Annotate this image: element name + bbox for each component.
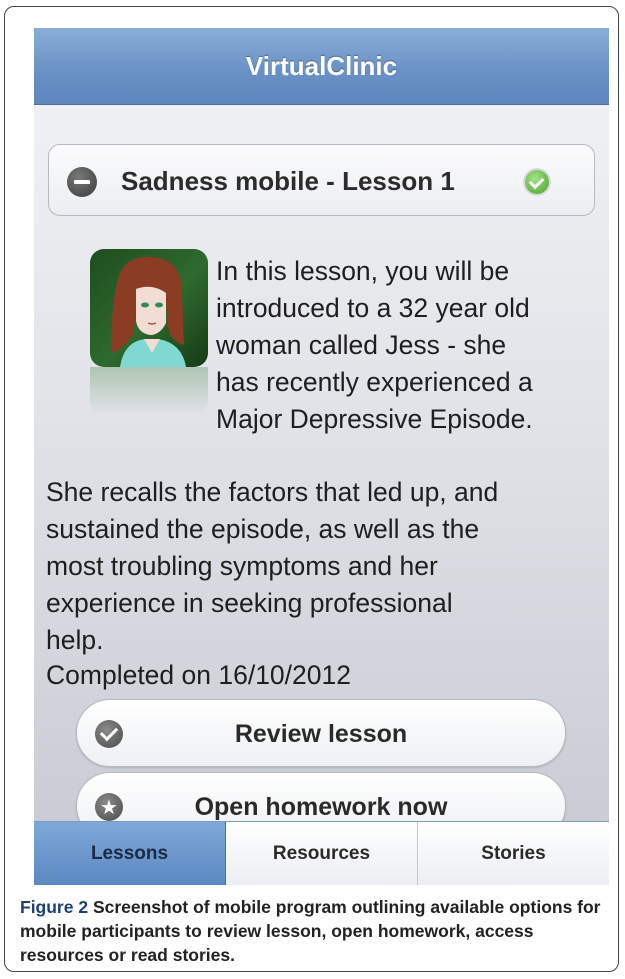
tab-resources[interactable]: Resources — [226, 822, 418, 885]
minus-icon[interactable] — [67, 167, 97, 197]
tab-lessons[interactable]: Lessons — [34, 822, 226, 885]
completed-date: Completed on 16/10/2012 — [46, 660, 351, 690]
figure-caption: Figure 2 Screenshot of mobile program ou… — [20, 895, 610, 967]
description-line: experience in seeking professional — [46, 588, 453, 618]
description-line: woman called Jess - she — [216, 330, 507, 360]
description-line: help. — [46, 625, 104, 655]
description-line: has recently experienced a — [216, 367, 533, 397]
lesson-collapsible-header[interactable]: Sadness mobile - Lesson 1 — [48, 144, 595, 216]
check-icon — [525, 170, 549, 194]
description-line: introduced to a 32 year old — [216, 293, 530, 323]
avatar-reflection — [90, 367, 208, 415]
description-line: sustained the episode, as well as the — [46, 514, 480, 544]
caption-text: Screenshot of mobile program outlining a… — [20, 897, 601, 965]
lesson-description-intro: In this lesson, you will be introduced t… — [216, 253, 596, 438]
review-lesson-button[interactable]: Review lesson — [76, 699, 566, 767]
lesson-description-continued: She recalls the factors that led up, and… — [46, 474, 601, 659]
app-title: VirtualClinic — [245, 50, 398, 81]
description-line: Major Depressive Episode. — [216, 404, 533, 434]
description-line: In this lesson, you will be — [216, 256, 510, 286]
bottom-tab-bar: Lessons Resources Stories — [34, 821, 609, 885]
description-line: most troubling symptoms and her — [46, 551, 438, 581]
jess-avatar — [90, 249, 208, 367]
review-lesson-label: Review lesson — [234, 720, 408, 748]
tab-stories[interactable]: Stories — [418, 822, 609, 885]
open-homework-label: Open homework now — [194, 793, 448, 821]
phone-screen: VirtualClinic Sadness mobile - Lesson 1 … — [34, 28, 609, 885]
caption-label: Figure 2 — [20, 897, 89, 917]
description-line: She recalls the factors that led up, and — [46, 477, 499, 507]
app-header: VirtualClinic — [34, 28, 609, 105]
lesson-title: Sadness mobile - Lesson 1 — [121, 166, 455, 196]
